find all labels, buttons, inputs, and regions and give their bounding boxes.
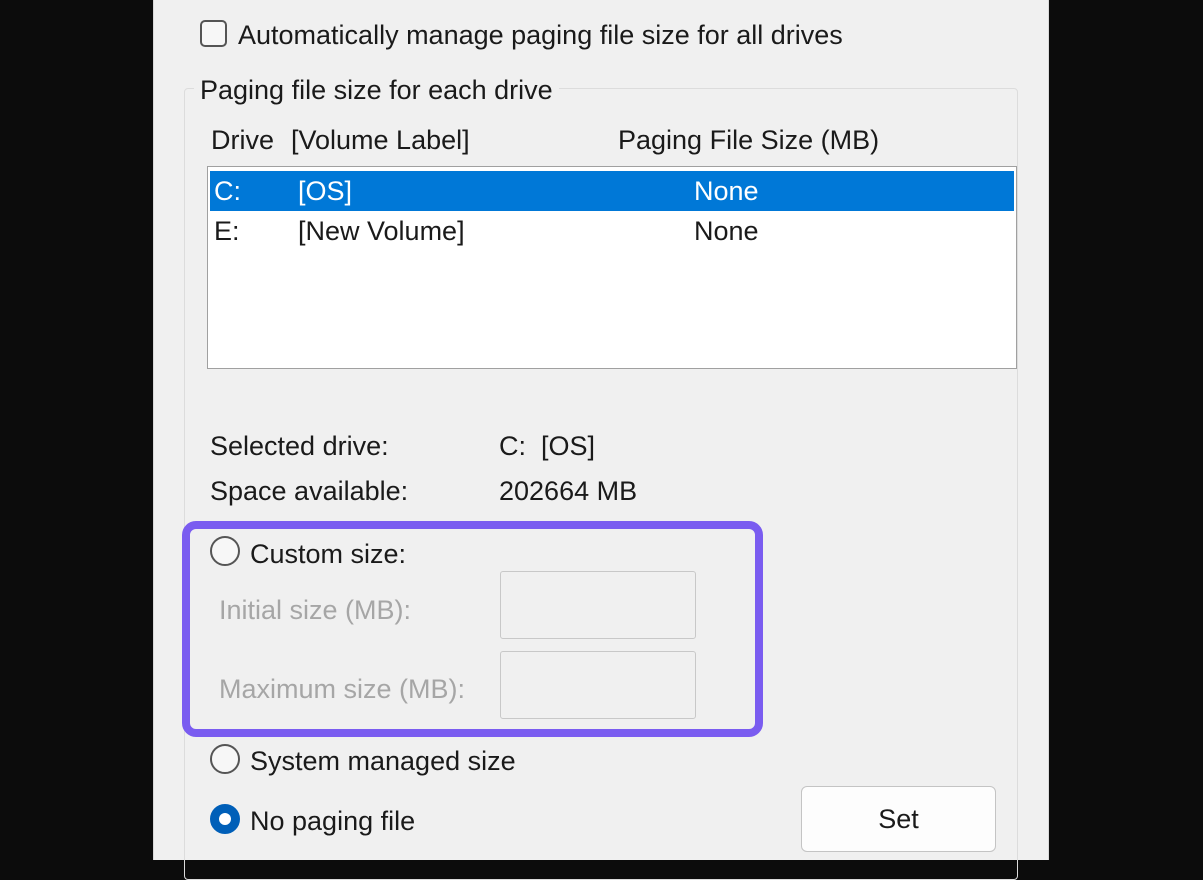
selected-drive-label: Selected drive: — [210, 431, 389, 461]
space-available-label: Space available: — [210, 476, 409, 506]
system-managed-label[interactable]: System managed size — [250, 745, 516, 777]
no-paging-file-radio[interactable] — [210, 804, 240, 834]
custom-size-highlight-box — [182, 521, 763, 737]
selected-drive-value: C: [OS] — [499, 431, 596, 461]
paging-size: None — [694, 176, 759, 206]
column-header-paging-size: Paging File Size (MB) — [618, 125, 880, 155]
drive-list[interactable]: C: [OS] None E: [New Volume] None — [207, 166, 1017, 369]
auto-manage-label[interactable]: Automatically manage paging file size fo… — [238, 19, 843, 51]
auto-manage-checkbox[interactable] — [200, 20, 227, 47]
groupbox-title: Paging file size for each drive — [194, 74, 559, 106]
column-header-drive: Drive — [211, 125, 275, 155]
volume-label: [New Volume] — [298, 216, 465, 246]
system-managed-radio[interactable] — [210, 744, 240, 774]
column-header-volume-label: [Volume Label] — [291, 125, 470, 155]
paging-size: None — [694, 216, 759, 246]
drive-letter: C: — [214, 176, 241, 206]
drive-letter: E: — [214, 216, 240, 246]
list-item-drive-e[interactable]: E: [New Volume] None — [210, 211, 1014, 251]
list-item-drive-c[interactable]: C: [OS] None — [210, 171, 1014, 211]
no-paging-file-label[interactable]: No paging file — [250, 805, 415, 837]
set-button[interactable]: Set — [801, 786, 996, 852]
volume-label: [OS] — [298, 176, 353, 206]
space-available-value: 202664 MB — [499, 476, 638, 506]
